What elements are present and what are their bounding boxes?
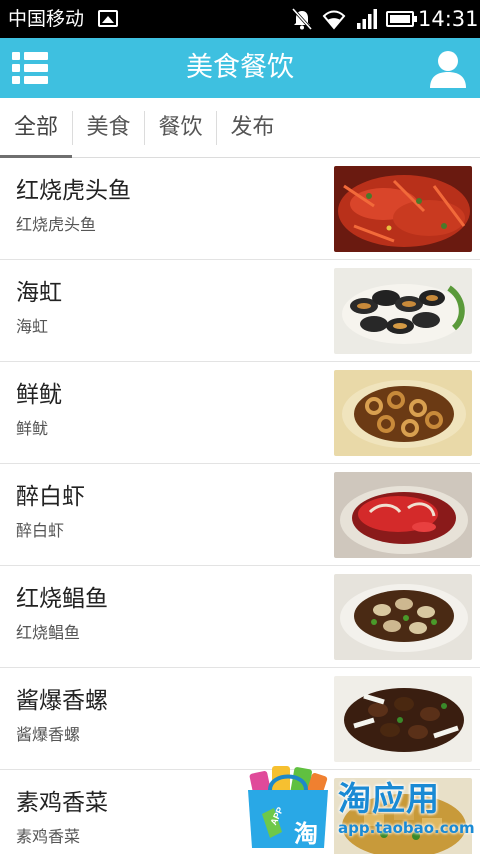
sauteed-snails-photo	[334, 676, 472, 762]
wifi-icon	[322, 10, 346, 30]
item-subtitle: 素鸡香菜	[16, 827, 81, 846]
item-subtitle: 醉白虾	[16, 521, 65, 540]
item-subtitle: 红烧虎头鱼	[16, 215, 97, 234]
image-icon	[98, 10, 118, 27]
item-title: 醉白虾	[16, 484, 85, 510]
item-title: 鲜鱿	[16, 382, 62, 408]
braised-pomfret-photo	[334, 574, 472, 660]
mute-icon	[292, 8, 312, 30]
mussels-photo	[334, 268, 472, 354]
taobao-app-watermark: APP 淘 淘应用 app.taobao.com	[240, 758, 480, 854]
list-item[interactable]: 红烧鲳鱼 红烧鲳鱼	[0, 566, 480, 668]
drunken-shrimp-photo	[334, 472, 472, 558]
list-item[interactable]: 海虹 海虹	[0, 260, 480, 362]
status-bar: 中国移动 14:31	[0, 0, 480, 38]
item-subtitle: 海虹	[16, 317, 49, 336]
app-title: 美食餐饮	[186, 52, 294, 83]
item-subtitle: 鲜鱿	[16, 419, 49, 438]
item-title: 红烧鲳鱼	[16, 586, 108, 612]
tab-dining[interactable]: 餐饮	[145, 98, 216, 158]
list-item[interactable]: 红烧虎头鱼 红烧虎头鱼	[0, 158, 480, 260]
tab-food[interactable]: 美食	[73, 98, 144, 158]
list-item[interactable]: 醉白虾 醉白虾	[0, 464, 480, 566]
list-item[interactable]: 酱爆香螺 酱爆香螺	[0, 668, 480, 770]
item-title: 素鸡香菜	[16, 790, 108, 816]
category-tabs: 全部 美食 餐饮 发布	[0, 98, 480, 158]
tab-publish[interactable]: 发布	[217, 98, 288, 158]
battery-icon	[386, 11, 417, 27]
signal-icon	[357, 9, 377, 29]
clock-time: 14:31	[418, 7, 479, 31]
menu-list-icon[interactable]	[10, 50, 50, 86]
item-title: 红烧虎头鱼	[16, 178, 131, 204]
carrier-label: 中国移动	[8, 8, 85, 30]
user-icon[interactable]	[428, 48, 468, 88]
item-title: 酱爆香螺	[16, 688, 108, 714]
list-item[interactable]: 鲜鱿 鲜鱿	[0, 362, 480, 464]
item-subtitle: 酱爆香螺	[16, 725, 81, 744]
shopping-bag-icon: APP 淘	[248, 766, 328, 848]
app-bar: 美食餐饮	[0, 38, 480, 98]
braised-fish-photo	[334, 166, 472, 252]
item-subtitle: 红烧鲳鱼	[16, 623, 81, 642]
squid-photo	[334, 370, 472, 456]
tab-all[interactable]: 全部	[0, 98, 72, 158]
watermark-title: 淘应用	[338, 779, 440, 818]
bag-character: 淘	[294, 820, 318, 848]
item-title: 海虹	[16, 280, 62, 306]
watermark-url: app.taobao.com	[338, 819, 475, 837]
